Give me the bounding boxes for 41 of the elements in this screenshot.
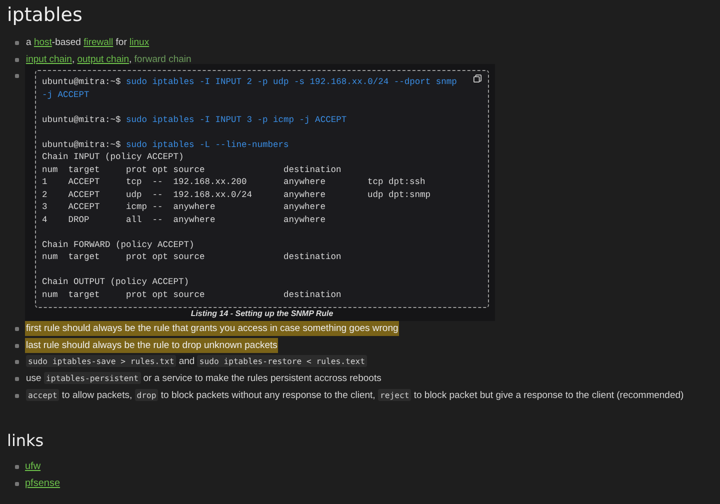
copy-icon[interactable] [473, 74, 482, 84]
bullet-text: use iptables-persistent or a service to make the rules persistent accross reboots [25, 370, 382, 386]
terminal-command-line: ubuntu@mitra:~$ sudo iptables -I INPUT 2 -p udp -s 192.168.xx.0/24 --dport snmp -j ACCEPT [42, 76, 458, 102]
bullet-text: accept to allow packets, drop to block packets without any response to the client, reject to block packet but give a response to the client (recommended) [25, 388, 685, 403]
text-link[interactable]: ufw [25, 459, 41, 474]
highlighted-text: last rule should always be the rule to drop unknown packets [25, 338, 278, 353]
text-link[interactable]: linux [130, 37, 150, 48]
bullet-icon [15, 394, 19, 398]
bullet-icon [15, 376, 19, 381]
bullet-icon [15, 465, 19, 470]
text-link[interactable]: input chain [26, 54, 72, 65]
bullet-text: a host-based firewall for linux [25, 36, 150, 50]
text-link[interactable]: pfsense [25, 476, 60, 491]
terminal-output-line: 3 ACCEPT icmp -- anywhere anywhere [42, 201, 327, 214]
bullet-icon [15, 482, 19, 486]
terminal-output-line: Chain INPUT (policy ACCEPT) [42, 151, 185, 164]
bullet-text: input chain, output chain, forward chain [25, 52, 192, 67]
text-link[interactable]: host [34, 37, 52, 48]
bullet-icon [15, 58, 19, 62]
bullet-icon [15, 41, 19, 45]
terminal-output-line: 2 ACCEPT udp -- 192.168.xx.0/24 anywhere udp dpt:snmp [42, 188, 432, 202]
section-heading: links [7, 431, 45, 452]
terminal-output-line: 4 DROP all -- anywhere anywhere [42, 214, 327, 226]
text-link[interactable]: firewall [84, 37, 114, 48]
bullet-icon [15, 74, 19, 78]
bullet-icon [15, 360, 19, 364]
bullet-icon [15, 327, 19, 332]
bullet-icon [15, 344, 19, 348]
terminal-command-line: ubuntu@mitra:~$ sudo iptables -L --line-numbers [42, 138, 290, 152]
terminal-output-line: num target prot opt source destination [42, 251, 342, 264]
terminal-output-line: Chain FORWARD (policy ACCEPT) [42, 238, 196, 252]
terminal-output-line: Chain OUTPUT (policy ACCEPT) [42, 276, 190, 289]
terminal-output-line: 1 ACCEPT tcp -- 192.168.xx.200 anywhere tcp dpt:ssh [42, 176, 426, 189]
terminal-output-line: num target prot opt source destination [42, 288, 342, 302]
terminal-output-line: num target prot opt source destination [42, 164, 342, 176]
bullet-text: sudo iptables-save > rules.txt and sudo iptables-restore < rules.text [25, 354, 368, 370]
listing-caption: Listing 14 - Setting up the SNMP Rule [190, 308, 334, 320]
page-heading: iptables [7, 3, 84, 27]
terminal-command-line: ubuntu@mitra:~$ sudo iptables -I INPUT 3 -p icmp -j ACCEPT [42, 114, 348, 126]
text-link[interactable]: output chain [77, 54, 129, 65]
highlighted-text: first rule should always be the rule that grants you access in case something goes wrong [25, 321, 400, 336]
